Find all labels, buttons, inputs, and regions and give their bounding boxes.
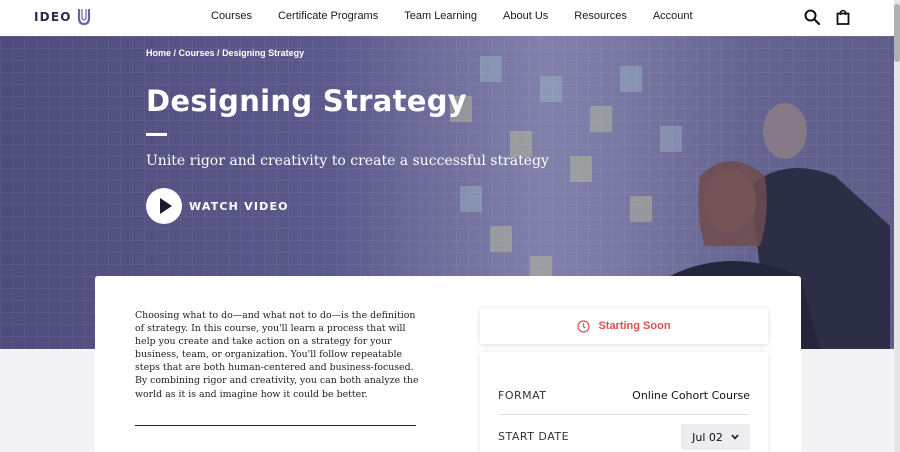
watch-video-label[interactable]: WATCH VIDEO [189, 200, 289, 213]
status-label: Starting Soon [598, 320, 671, 332]
breadcrumb-home[interactable]: Home [146, 48, 171, 58]
chevron-down-icon [731, 434, 739, 440]
logo-text: IDEO [34, 10, 72, 24]
title-divider [146, 133, 167, 136]
sticky-note [620, 66, 642, 92]
clock-icon [577, 319, 591, 333]
search-icon[interactable] [803, 8, 821, 26]
watch-video-button[interactable]: WATCH VIDEO [146, 188, 289, 224]
scrollbar-thumb[interactable] [894, 4, 900, 62]
page-title: Designing Strategy [146, 84, 468, 118]
sticky-note [460, 186, 482, 212]
sticky-note [630, 196, 652, 222]
nav-resources[interactable]: Resources [574, 10, 627, 22]
format-value: Online Cohort Course [632, 389, 750, 402]
nav-team-learning[interactable]: Team Learning [404, 10, 477, 22]
site-header: IDEO Courses Certificate Programs Team L… [0, 0, 894, 36]
nav-about-us[interactable]: About Us [503, 10, 548, 22]
start-date-label: START DATE [498, 430, 570, 443]
format-label: FORMAT [498, 389, 547, 402]
breadcrumb-separator: / [171, 48, 179, 58]
breadcrumb-courses[interactable]: Courses [179, 48, 215, 58]
nav-courses[interactable]: Courses [211, 10, 252, 22]
status-badge: Starting Soon [480, 308, 768, 344]
description-divider [135, 425, 416, 426]
main-nav: Courses Certificate Programs Team Learni… [200, 0, 719, 32]
cart-icon[interactable] [834, 8, 852, 26]
sticky-note [480, 56, 502, 82]
page-scrollbar[interactable] [894, 0, 900, 452]
breadcrumb-separator: / [214, 48, 223, 58]
course-description: Choosing what to do—and what not to do—i… [135, 310, 419, 400]
logo-u-icon [77, 9, 90, 26]
play-icon[interactable] [146, 188, 182, 224]
start-date-value: Jul 02 [692, 430, 723, 444]
course-overview-card: Choosing what to do—and what not to do—i… [95, 276, 801, 452]
breadcrumb: Home / Courses / Designing Strategy [146, 48, 304, 58]
page-subtitle: Unite rigor and creativity to create a s… [146, 153, 549, 169]
sticky-note [590, 106, 612, 132]
start-date-select[interactable]: Jul 02 [681, 424, 750, 450]
sticky-note [570, 156, 592, 182]
nav-account[interactable]: Account [653, 10, 693, 22]
details-divider [498, 414, 750, 415]
logo[interactable]: IDEO [34, 8, 92, 26]
breadcrumb-current: Designing Strategy [222, 48, 305, 58]
nav-certificate-programs[interactable]: Certificate Programs [278, 10, 378, 22]
course-details-panel: FORMAT Online Cohort Course START DATE J… [480, 352, 768, 452]
sticky-note [490, 226, 512, 252]
sticky-note [540, 76, 562, 102]
